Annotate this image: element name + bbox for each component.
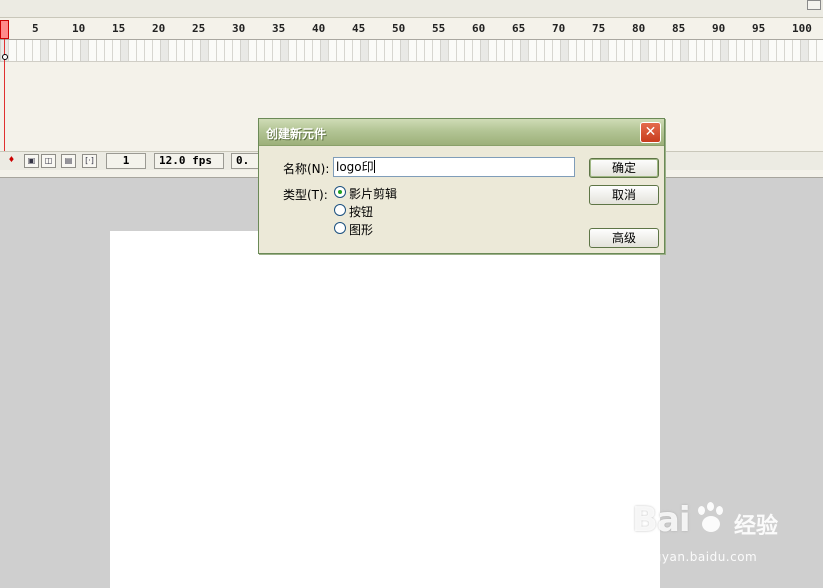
- ruler-label: 35: [272, 22, 286, 35]
- ruler-label: 100: [792, 22, 812, 35]
- ruler-label: 85: [672, 22, 686, 35]
- symbol-name-value: logo印: [336, 160, 374, 174]
- frames-shading: [0, 40, 823, 62]
- ruler-label: 15: [112, 22, 126, 35]
- edit-multiple-frames-icon[interactable]: ▤: [61, 154, 76, 168]
- frame-ruler[interactable]: 1 5 10 15 20 25 30 35 40 45 50 55 60 65 …: [0, 18, 823, 40]
- ruler-label: 70: [552, 22, 566, 35]
- watermark-logo-text: Bai: [632, 500, 691, 540]
- radio-checked-icon[interactable]: [334, 186, 346, 198]
- ruler-label: 75: [592, 22, 606, 35]
- current-frame-field: 1: [106, 153, 146, 169]
- ruler-label: 20: [152, 22, 166, 35]
- top-toolbar-strip: [0, 0, 823, 18]
- ruler-label: 65: [512, 22, 526, 35]
- ruler-label: 80: [632, 22, 646, 35]
- onion-skin-outline-icon[interactable]: ◫: [41, 154, 56, 168]
- radio-unchecked-icon[interactable]: [334, 204, 346, 216]
- ruler-label: 30: [232, 22, 246, 35]
- type-option-label: 影片剪辑: [349, 187, 398, 201]
- ruler-label: 50: [392, 22, 406, 35]
- center-frame-icon[interactable]: ♦: [4, 154, 19, 168]
- advanced-button[interactable]: 高级: [589, 228, 659, 248]
- ruler-label: 95: [752, 22, 766, 35]
- ruler-label: 45: [352, 22, 366, 35]
- watermark-chinese: 经验: [734, 514, 779, 539]
- empty-keyframe-icon[interactable]: [2, 54, 8, 60]
- close-icon[interactable]: ✕: [640, 122, 661, 143]
- stage-canvas[interactable]: [110, 231, 660, 588]
- create-symbol-dialog: 创建新元件 ✕ 名称(N): logo印 类型(T): 影片剪辑 按钮 图形 确…: [258, 118, 665, 254]
- dialog-title: 创建新元件: [266, 127, 327, 141]
- name-label: 名称(N):: [283, 162, 330, 176]
- frame-rate-field[interactable]: 12.0 fps: [154, 153, 224, 169]
- ruler-label: 40: [312, 22, 326, 35]
- ruler-label: 25: [192, 22, 206, 35]
- symbol-name-input[interactable]: logo印: [333, 157, 575, 177]
- radio-unchecked-icon[interactable]: [334, 222, 346, 234]
- cancel-button[interactable]: 取消: [589, 185, 659, 205]
- ruler-label: 5: [32, 22, 39, 35]
- type-option-label: 图形: [349, 223, 374, 237]
- ruler-label: 60: [472, 22, 486, 35]
- ok-button[interactable]: 确定: [589, 158, 659, 178]
- baidu-jingyan-watermark: Bai du 经验 jingyan.baidu.com: [632, 500, 812, 570]
- type-label: 类型(T):: [283, 188, 328, 202]
- paw-icon: [694, 502, 730, 538]
- dialog-title-bar[interactable]: 创建新元件 ✕: [259, 119, 664, 146]
- playhead[interactable]: [0, 20, 9, 39]
- onion-skin-icon[interactable]: ▣: [24, 154, 39, 168]
- ruler-label: 10: [72, 22, 86, 35]
- panel-options-button[interactable]: [807, 0, 821, 10]
- watermark-url: jingyan.baidu.com: [638, 550, 758, 564]
- modify-onion-markers-icon[interactable]: [·]: [82, 154, 97, 168]
- type-option-label: 按钮: [349, 205, 374, 219]
- text-caret: [373, 160, 375, 173]
- ruler-label: 55: [432, 22, 446, 35]
- ruler-label: 90: [712, 22, 726, 35]
